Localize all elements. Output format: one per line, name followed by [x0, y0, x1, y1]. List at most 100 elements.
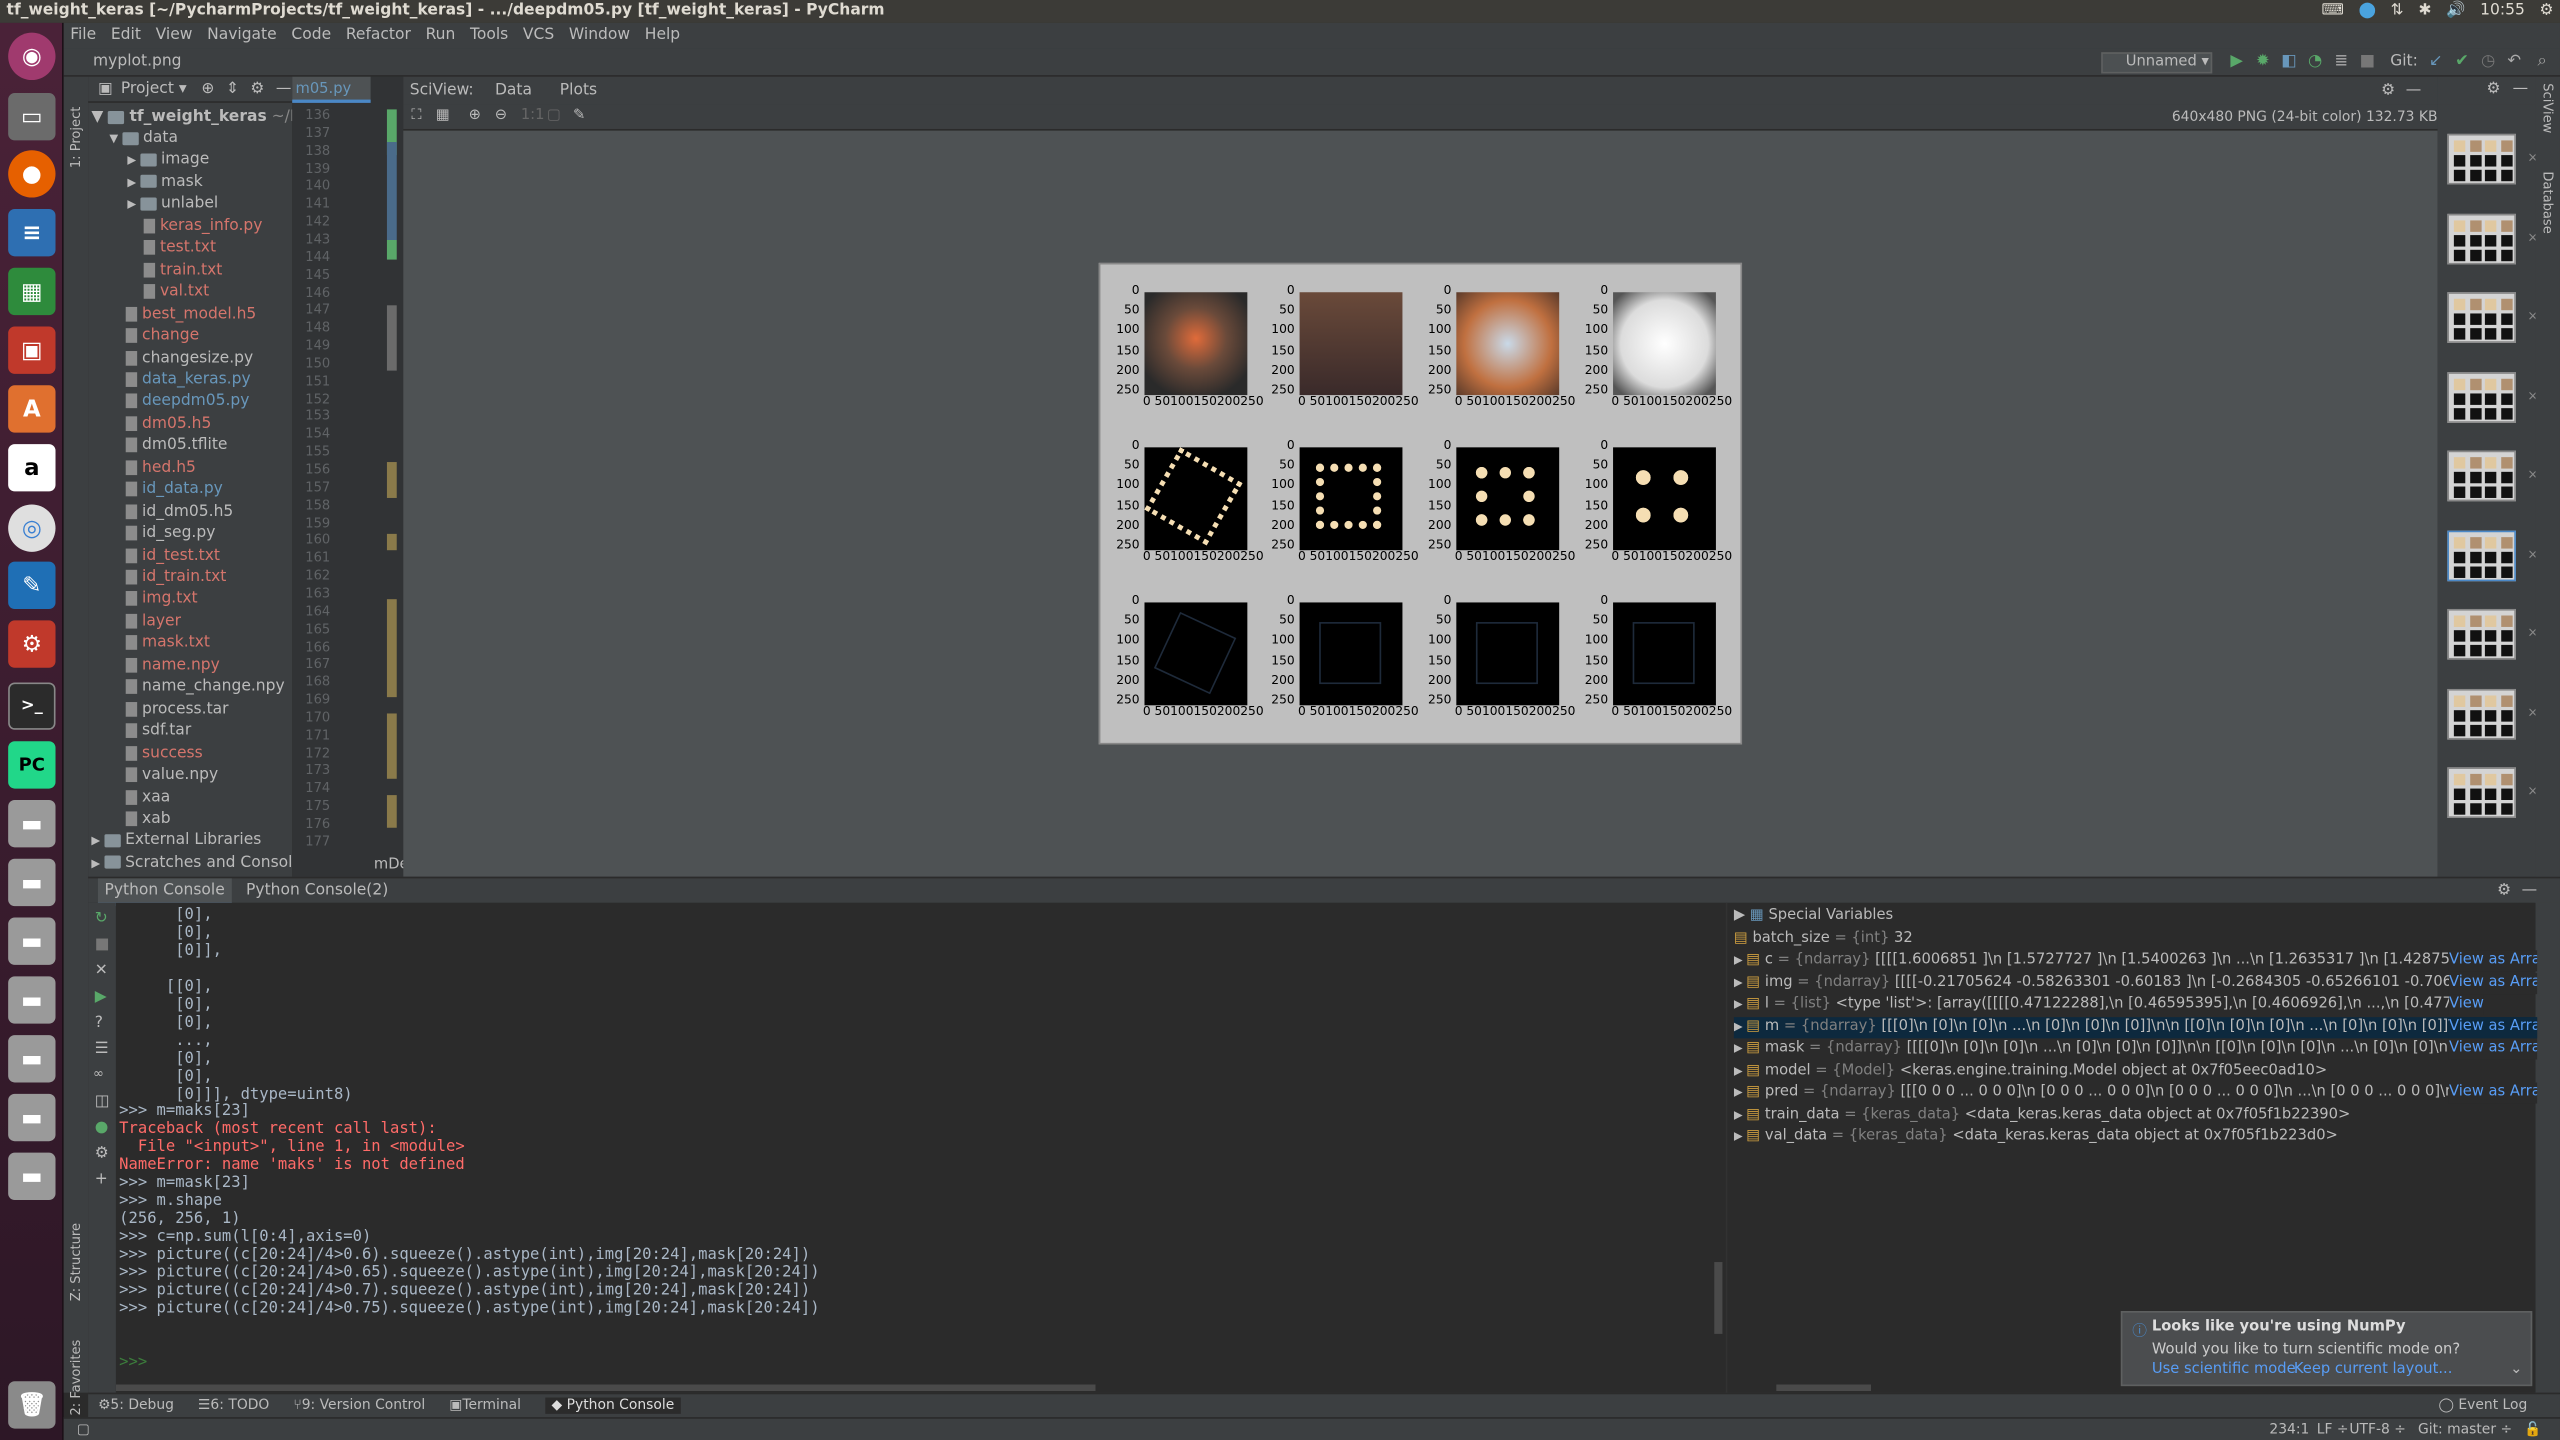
git-update-icon[interactable]: ↙	[2426, 52, 2446, 72]
execute-icon[interactable]: ▶	[95, 988, 107, 1006]
tree-file[interactable]: keras_info.py	[143, 215, 262, 236]
tree-folder[interactable]: ▶ image	[127, 149, 209, 170]
tool-event-log[interactable]: ◯ Event Log	[2438, 1394, 2527, 1418]
network-icon[interactable]: ⬤	[2359, 0, 2376, 23]
horizontal-scrollbar[interactable]	[1776, 1384, 1872, 1392]
plot-thumbnail[interactable]: ×	[2447, 292, 2538, 343]
gear-icon[interactable]: ⚙	[250, 80, 264, 98]
tree-file[interactable]: name.npy	[125, 654, 220, 675]
project-view-select[interactable]: Project	[121, 80, 174, 98]
impress-icon[interactable]: ▣	[8, 326, 56, 374]
tree-file[interactable]: layer	[125, 610, 181, 631]
variables-icon[interactable]: ◫	[95, 1092, 110, 1110]
variable-row[interactable]: ▶ ▤ model = {Model} <keras.engine.traini…	[1734, 1060, 2537, 1081]
collapse-icon[interactable]: ⇕	[226, 80, 239, 98]
tool-debug[interactable]: 5: Debug	[110, 1398, 174, 1414]
writer-icon[interactable]: ≡	[8, 208, 56, 257]
breadcrumb-file[interactable]: myplot.png	[93, 52, 181, 70]
tree-file[interactable]: test.txt	[143, 237, 216, 258]
revert-icon[interactable]: ↶	[2504, 52, 2524, 72]
chevron-right-icon[interactable]: ▶	[1734, 976, 1746, 989]
layout-icon[interactable]: ▢	[77, 1419, 90, 1440]
tree-file[interactable]: dm05.h5	[125, 413, 211, 434]
git-commit-icon[interactable]: ✔	[2452, 52, 2472, 72]
infinity-icon[interactable]: ∞	[93, 1066, 104, 1081]
variable-row[interactable]: ▶ ▤ m = {ndarray} [[[0]\n [0]\n [0]\n ..…	[1733, 1016, 2538, 1038]
tab-data[interactable]: Data	[495, 82, 532, 100]
plot-thumbnail[interactable]: ×	[2447, 529, 2538, 581]
editor-icon[interactable]: ✎	[8, 561, 56, 609]
run-icon[interactable]: ▶	[2227, 52, 2247, 72]
concurrency-icon[interactable]: ≣	[2331, 52, 2351, 72]
tree-file[interactable]: changesize.py	[125, 347, 253, 368]
drive-icon[interactable]: ▬	[8, 1093, 56, 1142]
tree-file[interactable]: id_test.txt	[125, 545, 220, 566]
tree-file[interactable]: change	[125, 325, 199, 346]
variable-row[interactable]: ▶ ▤ l = {list} <type 'list'>: [array([[[…	[1734, 994, 2537, 1016]
ubuntu-logo-icon[interactable]: ◉	[8, 32, 56, 80]
tree-file[interactable]: best_model.h5	[125, 303, 256, 324]
gear-icon[interactable]: ⚙	[2487, 80, 2501, 98]
menu-vcs[interactable]: VCS	[523, 26, 554, 44]
drive-icon[interactable]: ▬	[8, 799, 56, 848]
variable-row[interactable]: ▶ ▤ mask = {ndarray} [[[[0]\n [0]\n [0]\…	[1734, 1038, 2538, 1060]
chevron-right-icon[interactable]: ▶	[1734, 1064, 1746, 1077]
settings-icon[interactable]: ⚙	[8, 620, 56, 668]
chevron-right-icon[interactable]: ▶	[127, 154, 139, 167]
tree-file[interactable]: val.txt	[143, 281, 209, 302]
hide-icon[interactable]: —	[2513, 80, 2529, 98]
tree-file[interactable]: data_keras.py	[125, 369, 251, 390]
variable-row[interactable]: ▶ ▤ img = {ndarray} [[[[-0.21705624 -0.5…	[1734, 972, 2538, 994]
variable-row[interactable]: ▶ ▤ c = {ndarray} [[[[1.6006851 ]\n [1.5…	[1734, 950, 2538, 972]
menu-view[interactable]: View	[156, 26, 193, 44]
tree-file[interactable]: xab	[125, 808, 171, 829]
zoom-in-icon[interactable]: ⊕	[469, 108, 481, 124]
plot-thumbnail[interactable]: ×	[2447, 688, 2538, 739]
chevron-right-icon[interactable]: ▶	[1734, 1086, 1746, 1099]
drive-icon[interactable]: ▬	[8, 917, 56, 965]
menu-window[interactable]: Window	[569, 26, 630, 44]
plot-image[interactable]: 0 50 100 150 200 250 0 50100150200250 0 50 100 150…	[1098, 262, 1743, 745]
view-as-array-link[interactable]: View as Array	[2448, 1038, 2538, 1060]
tool-terminal[interactable]: Terminal	[462, 1398, 521, 1414]
plot-thumbnail[interactable]: ×	[2447, 450, 2538, 502]
encoding[interactable]: UTF-8 ÷	[2349, 1419, 2406, 1440]
gear-icon[interactable]: ⚙	[2381, 77, 2395, 105]
lock-icon[interactable]: 🔓	[2524, 1419, 2541, 1440]
menu-help[interactable]: Help	[645, 26, 680, 44]
tree-file[interactable]: success	[125, 742, 203, 763]
plot-thumbnail[interactable]: ×	[2447, 371, 2538, 423]
plot-thumbnail[interactable]: ×	[2447, 608, 2538, 660]
git-history-icon[interactable]: ◷	[2478, 52, 2498, 72]
tree-file[interactable]: value.npy	[125, 764, 218, 785]
tree-file[interactable]: sdf.tar	[125, 720, 191, 741]
tree-file[interactable]: name_change.npy	[125, 676, 285, 697]
chevron-right-icon[interactable]: ▶	[91, 857, 103, 870]
tree-file[interactable]: id_train.txt	[125, 567, 226, 588]
software-center-icon[interactable]: A	[8, 385, 56, 433]
amazon-icon[interactable]: a	[8, 444, 56, 492]
menu-file[interactable]: File	[70, 26, 96, 44]
tree-root[interactable]: ▼ tf_weight_keras ~/Pych	[91, 106, 292, 127]
help-icon[interactable]: ?	[95, 1014, 103, 1032]
tree-file[interactable]: xaa	[125, 786, 170, 807]
tree-file[interactable]: dm05.tflite	[125, 435, 227, 456]
tool-python-console[interactable]: ◆ Python Console	[545, 1397, 681, 1414]
color-picker-icon[interactable]: ✎	[573, 108, 585, 124]
tree-file[interactable]: process.tar	[125, 698, 229, 719]
plot-thumbnail[interactable]: ×	[2447, 133, 2538, 185]
rerun-icon[interactable]: ↻	[95, 909, 108, 927]
favorites-tool-tab[interactable]: 2: Favorites	[69, 1318, 84, 1416]
trash-icon[interactable]: 🗑	[8, 1381, 56, 1429]
terminal-icon[interactable]: >_	[8, 682, 56, 730]
tree-folder[interactable]: ▶ Scratches and Consoles	[91, 852, 292, 873]
chevron-down-icon[interactable]: ▼	[109, 132, 121, 145]
gear-icon[interactable]: ⚙	[95, 1144, 109, 1162]
drive-icon[interactable]: ▬	[8, 976, 56, 1024]
calc-icon[interactable]: ▦	[8, 267, 56, 316]
project-tool-tab[interactable]: 1: Project	[69, 87, 84, 169]
volume-icon[interactable]: 🔊	[2446, 0, 2465, 23]
tool-version-control[interactable]: 9: Version Control	[302, 1398, 426, 1414]
chevron-right-icon[interactable]: ▶	[1734, 1108, 1746, 1121]
debug-icon[interactable]: ✹	[2253, 52, 2273, 72]
